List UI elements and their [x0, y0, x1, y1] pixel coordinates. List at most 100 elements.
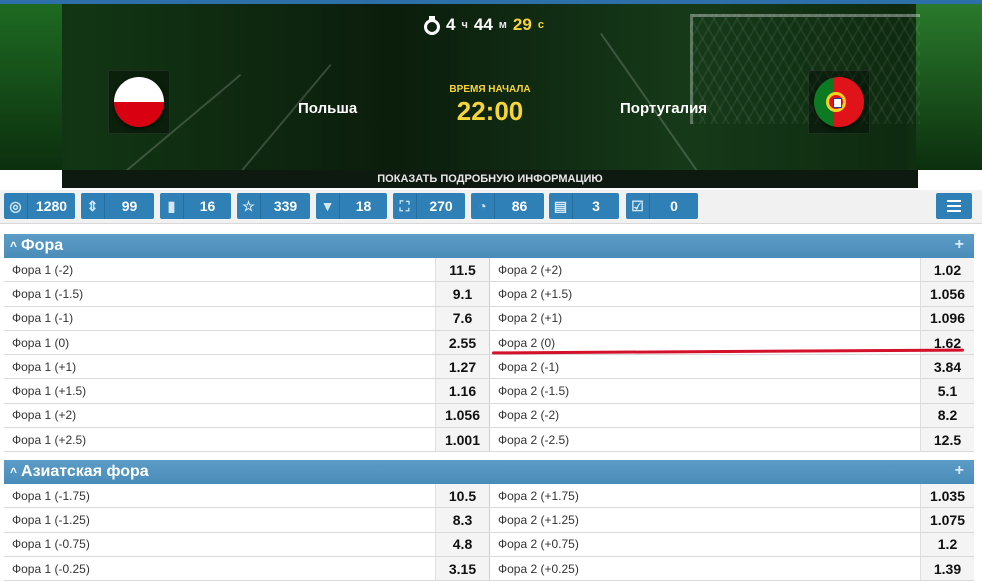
stat-chart-button[interactable]: ▮ 16: [160, 193, 231, 219]
odds-row: Фора 1 (+2.5) 1.001 Фора 2 (-2.5) 12.5: [4, 428, 974, 453]
odds-cell-left[interactable]: Фора 1 (-1.75) 10.5: [4, 484, 489, 508]
home-team-name: Польша: [298, 100, 358, 117]
odds-cell-right[interactable]: Фора 2 (+2) 1.02: [489, 258, 974, 282]
market-label: Фора 1 (-1.75): [12, 488, 90, 503]
odds-value[interactable]: 1.056: [435, 403, 489, 428]
odds-cell-left[interactable]: Фора 1 (+1.5) 1.16: [4, 379, 489, 403]
stats-toolbar: ◎ 1280 ⇕ 99 ▮ 16 ☆ 339 ▼ 18 ⛶ 270 ◔ 86 ▤…: [0, 190, 982, 224]
odds-cell-right[interactable]: Фора 2 (+1.75) 1.035: [489, 484, 974, 508]
odds-value[interactable]: 3.84: [920, 355, 974, 379]
odds-value[interactable]: 11.5: [435, 258, 489, 282]
start-time: 22:00: [456, 96, 524, 126]
stat-goal-button[interactable]: ⛶ 270: [393, 193, 465, 219]
odds-cell-left[interactable]: Фора 1 (-2) 11.5: [4, 258, 489, 282]
odds-value[interactable]: 4.8: [435, 532, 489, 556]
odds-value[interactable]: 10.5: [435, 484, 489, 508]
plus-icon[interactable]: +: [955, 236, 964, 254]
show-details-link[interactable]: ПОКАЗАТЬ ПОДРОБНУЮ ИНФОРМАЦИЮ: [62, 170, 918, 188]
stat-star-button[interactable]: ☆ 339: [237, 193, 310, 219]
handicap-section: ^ Фора + Фора 1 (-2) 11.5 Фора 2 (+2) 1.02…: [4, 234, 974, 453]
odds-value[interactable]: 3.15: [435, 556, 489, 581]
stopwatch-icon: ◔: [471, 193, 495, 219]
stat-value: 86: [511, 198, 528, 214]
odds-cell-right[interactable]: Фора 2 (-2.5) 12.5: [489, 428, 974, 452]
odds-cell-right[interactable]: Фора 2 (-1.5) 5.1: [489, 379, 974, 403]
timer-seconds: 29: [512, 15, 532, 34]
section-header[interactable]: ^ Фора +: [4, 234, 974, 258]
odds-row: Фора 1 (-0.25) 3.15 Фора 2 (+0.25) 1.39: [4, 556, 974, 581]
odds-cell-left[interactable]: Фора 1 (-0.25) 3.15: [4, 556, 489, 581]
odds-cell-left[interactable]: Фора 1 (-1) 7.6: [4, 306, 489, 330]
stopwatch-icon: [424, 16, 440, 35]
odds-value[interactable]: 1.2: [920, 532, 974, 556]
odds-value[interactable]: 9.1: [435, 282, 489, 306]
odds-value[interactable]: 1.39: [920, 556, 974, 581]
odds-cell-left[interactable]: Фора 1 (+1) 1.27: [4, 355, 489, 379]
odds-value[interactable]: 7.6: [435, 306, 489, 330]
market-label: Фора 2 (+0.25): [498, 561, 579, 576]
menu-button[interactable]: [936, 193, 972, 219]
odds-cell-left[interactable]: Фора 1 (-1.25) 8.3: [4, 508, 489, 532]
odds-cell-left[interactable]: Фора 1 (0) 2.55: [4, 330, 489, 355]
market-label: Фора 2 (-2): [498, 408, 560, 423]
odds-cell-right[interactable]: Фора 2 (+0.25) 1.39: [489, 556, 974, 581]
odds-value[interactable]: 8.2: [920, 403, 974, 428]
odds-cell-left[interactable]: Фора 1 (+2.5) 1.001: [4, 428, 489, 452]
stat-value: 1280: [35, 198, 68, 214]
odds-cell-right[interactable]: Фора 2 (+1.25) 1.075: [489, 508, 974, 532]
odds-row: Фора 1 (-2) 11.5 Фора 2 (+2) 1.02: [4, 258, 974, 283]
market-label: Фора 1 (+1.5): [12, 384, 87, 399]
market-label: Фора 2 (+1.25): [498, 512, 579, 527]
stat-time-button[interactable]: ◔ 86: [471, 193, 544, 219]
section-header[interactable]: ^ Азиатская фора +: [4, 460, 974, 484]
stat-cards-button[interactable]: ▤ 3: [549, 193, 619, 219]
odds-cell-left[interactable]: Фора 1 (+2) 1.056: [4, 403, 489, 428]
poland-flag-icon: [114, 77, 164, 127]
odds-value[interactable]: 1.001: [435, 428, 489, 452]
odds-cell-left[interactable]: Фора 1 (-1.5) 9.1: [4, 282, 489, 306]
odds-value[interactable]: 1.096: [920, 306, 974, 330]
market-label: Фора 2 (+0.75): [498, 537, 579, 552]
odds-row: Фора 1 (-0.75) 4.8 Фора 2 (+0.75) 1.2: [4, 532, 974, 557]
portugal-flag-icon: [814, 77, 864, 127]
odds-value[interactable]: 1.27: [435, 355, 489, 379]
market-label: Фора 1 (-1): [12, 311, 74, 326]
odds-cell-right[interactable]: Фора 2 (-1) 3.84: [489, 355, 974, 379]
stat-shirt-button[interactable]: ▼ 18: [316, 193, 387, 219]
market-label: Фора 1 (+1): [12, 359, 77, 374]
stat-value: 0: [670, 198, 678, 214]
odds-cell-right[interactable]: Фора 2 (+0.75) 1.2: [489, 532, 974, 556]
odds-cell-left[interactable]: Фора 1 (-0.75) 4.8: [4, 532, 489, 556]
odds-row: Фора 1 (+2) 1.056 Фора 2 (-2) 8.2: [4, 403, 974, 429]
odds-row: Фора 1 (-1) 7.6 Фора 2 (+1) 1.096: [4, 306, 974, 331]
odds-value[interactable]: 1.16: [435, 379, 489, 403]
odds-cell-right[interactable]: Фора 2 (-2) 8.2: [489, 403, 974, 428]
cards-icon: ▤: [549, 193, 573, 219]
odds-value[interactable]: 8.3: [435, 508, 489, 532]
banner-side-left: [0, 4, 62, 170]
odds-value[interactable]: 2.55: [435, 330, 489, 355]
banner-side-right: [916, 4, 982, 170]
odds-cell-right[interactable]: Фора 2 (+1) 1.096: [489, 306, 974, 330]
stat-target-button[interactable]: ◎ 1280: [4, 193, 75, 219]
odds-cell-right[interactable]: Фора 2 (+1.5) 1.056: [489, 282, 974, 306]
goal-net-graphic: [690, 14, 920, 124]
asian-handicap-section: ^ Азиатская фора + Фора 1 (-1.75) 10.5 Фо…: [4, 460, 974, 581]
odds-value[interactable]: 5.1: [920, 379, 974, 403]
stat-check-button[interactable]: ☑ 0: [626, 193, 698, 219]
odds-value[interactable]: 12.5: [920, 428, 974, 452]
odds-value[interactable]: 1.056: [920, 282, 974, 306]
stat-sort-button[interactable]: ⇕ 99: [81, 193, 154, 219]
odds-value[interactable]: 1.02: [920, 258, 974, 282]
checkbox-icon: ☑: [626, 193, 650, 219]
odds-row: Фора 1 (+1) 1.27 Фора 2 (-1) 3.84: [4, 355, 974, 380]
market-label: Фора 1 (-0.75): [12, 537, 90, 552]
odds-value[interactable]: 1.035: [920, 484, 974, 508]
countdown-timer: 4 ч 44 м 29 с: [424, 14, 544, 36]
market-label: Фора 1 (-0.25): [12, 561, 90, 576]
odds-row: Фора 1 (+1.5) 1.16 Фора 2 (-1.5) 5.1: [4, 379, 974, 404]
stat-value: 3: [592, 198, 600, 214]
plus-icon[interactable]: +: [955, 462, 964, 480]
odds-value[interactable]: 1.075: [920, 508, 974, 532]
section-title: Фора: [21, 237, 64, 254]
